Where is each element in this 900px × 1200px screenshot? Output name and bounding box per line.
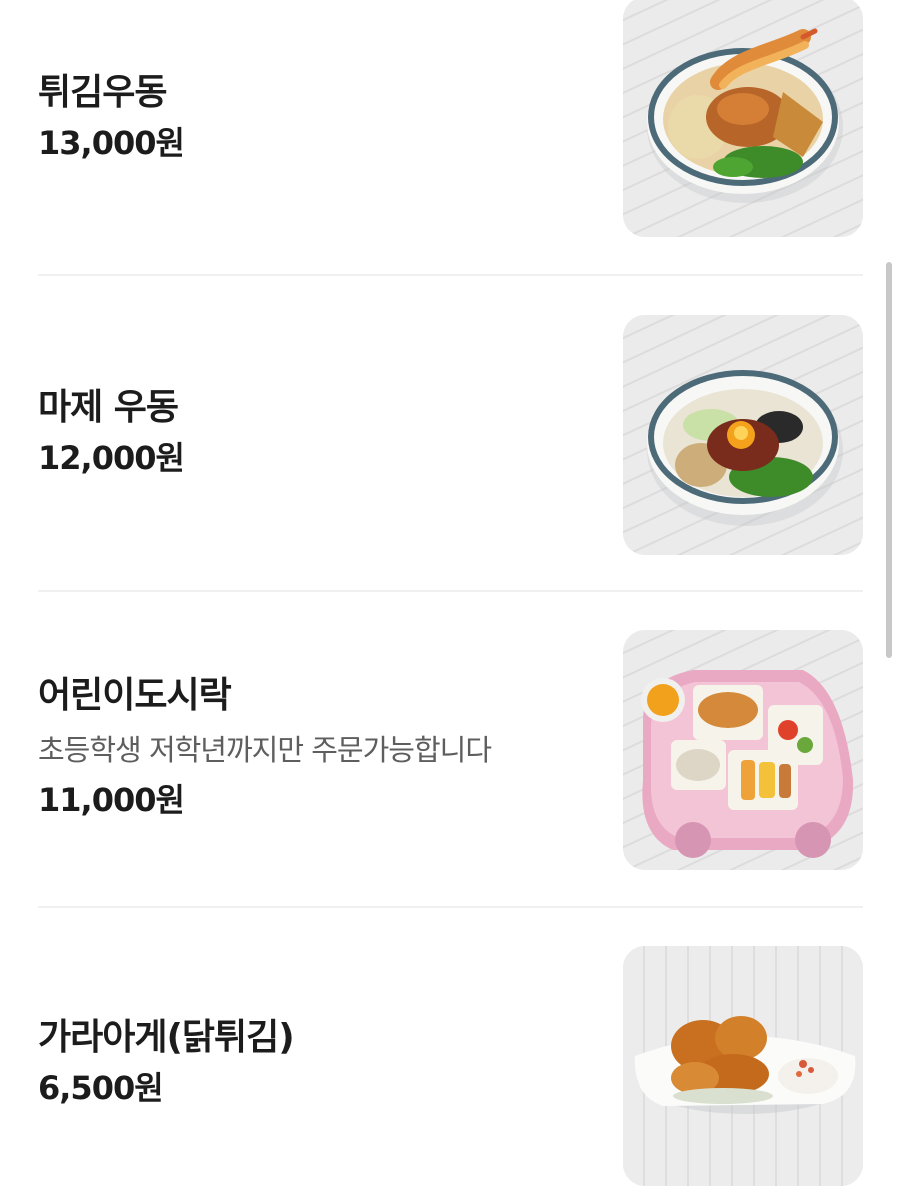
divider [38,590,863,592]
menu-item-name: 어린이도시락 [38,675,232,716]
menu-item-name: 가라아게(닭튀김) [38,1017,295,1058]
menu-item-tempura-udon[interactable]: 튀김우동 13,000원 [38,0,863,240]
maze-udon-photo[interactable] [623,315,863,555]
menu-item-karaage[interactable]: 가라아게(닭튀김) 6,500원 [38,946,863,1186]
karaage-photo[interactable] [623,946,863,1186]
menu-item-price: 13,000원 [38,124,185,162]
menu-item-price: 11,000원 [38,781,185,819]
menu-item-info: 가라아게(닭튀김) 6,500원 [38,1016,598,1108]
menu-item-description: 초등학생 저학년까지만 주문가능합니다 [38,733,492,767]
menu-item-info: 어린이도시락 초등학생 저학년까지만 주문가능합니다 11,000원 [38,674,598,820]
menu-item-price: 6,500원 [38,1069,164,1107]
menu-item-name: 튀김우동 [38,72,167,113]
divider [38,274,863,276]
scrollbar[interactable] [886,262,892,658]
kids-lunchbox-photo[interactable] [623,630,863,870]
menu-list: 튀김우동 13,000원 마제 우동 12,000원 어린이도시락 초등학생 저… [0,0,900,1200]
tempura-udon-photo[interactable] [623,0,863,237]
menu-item-info: 마제 우동 12,000원 [38,386,598,478]
divider [38,906,863,908]
menu-item-price: 12,000원 [38,439,185,477]
menu-item-name: 마제 우동 [38,387,179,428]
menu-item-kids-lunchbox[interactable]: 어린이도시락 초등학생 저학년까지만 주문가능합니다 11,000원 [38,630,863,870]
menu-item-maze-udon[interactable]: 마제 우동 12,000원 [38,315,863,556]
menu-item-info: 튀김우동 13,000원 [38,71,598,163]
